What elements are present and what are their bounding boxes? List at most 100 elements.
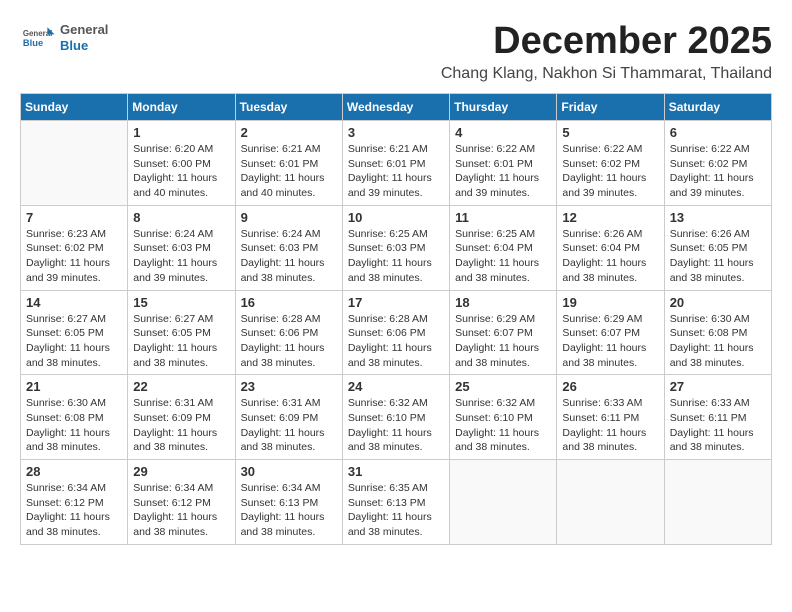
day-number: 4 [455, 125, 551, 140]
day-info: Sunrise: 6:21 AMSunset: 6:01 PMDaylight:… [348, 142, 444, 201]
calendar-cell: 15 Sunrise: 6:27 AMSunset: 6:05 PMDaylig… [128, 290, 235, 375]
calendar-cell: 2 Sunrise: 6:21 AMSunset: 6:01 PMDayligh… [235, 121, 342, 206]
calendar-cell: 6 Sunrise: 6:22 AMSunset: 6:02 PMDayligh… [664, 121, 771, 206]
calendar-cell: 10 Sunrise: 6:25 AMSunset: 6:03 PMDaylig… [342, 205, 449, 290]
day-number: 2 [241, 125, 337, 140]
calendar-cell: 9 Sunrise: 6:24 AMSunset: 6:03 PMDayligh… [235, 205, 342, 290]
day-number: 11 [455, 210, 551, 225]
day-info: Sunrise: 6:33 AMSunset: 6:11 PMDaylight:… [670, 396, 766, 455]
calendar-cell [21, 121, 128, 206]
day-number: 16 [241, 295, 337, 310]
location-subtitle: Chang Klang, Nakhon Si Thammarat, Thaila… [441, 65, 772, 83]
calendar-cell: 4 Sunrise: 6:22 AMSunset: 6:01 PMDayligh… [450, 121, 557, 206]
calendar-cell: 30 Sunrise: 6:34 AMSunset: 6:13 PMDaylig… [235, 460, 342, 545]
calendar-cell: 31 Sunrise: 6:35 AMSunset: 6:13 PMDaylig… [342, 460, 449, 545]
day-number: 25 [455, 379, 551, 394]
calendar-cell: 13 Sunrise: 6:26 AMSunset: 6:05 PMDaylig… [664, 205, 771, 290]
month-title: December 2025 [441, 20, 772, 63]
day-number: 19 [562, 295, 658, 310]
day-number: 7 [26, 210, 122, 225]
day-info: Sunrise: 6:31 AMSunset: 6:09 PMDaylight:… [133, 396, 229, 455]
logo: General Blue General Blue [20, 20, 108, 56]
weekday-header-tuesday: Tuesday [235, 94, 342, 121]
day-number: 30 [241, 464, 337, 479]
day-number: 15 [133, 295, 229, 310]
weekday-header-thursday: Thursday [450, 94, 557, 121]
day-info: Sunrise: 6:26 AMSunset: 6:05 PMDaylight:… [670, 227, 766, 286]
calendar-cell: 29 Sunrise: 6:34 AMSunset: 6:12 PMDaylig… [128, 460, 235, 545]
day-number: 24 [348, 379, 444, 394]
calendar-cell: 23 Sunrise: 6:31 AMSunset: 6:09 PMDaylig… [235, 375, 342, 460]
day-number: 6 [670, 125, 766, 140]
day-info: Sunrise: 6:32 AMSunset: 6:10 PMDaylight:… [348, 396, 444, 455]
day-info: Sunrise: 6:24 AMSunset: 6:03 PMDaylight:… [133, 227, 229, 286]
day-info: Sunrise: 6:33 AMSunset: 6:11 PMDaylight:… [562, 396, 658, 455]
calendar-cell [450, 460, 557, 545]
day-info: Sunrise: 6:32 AMSunset: 6:10 PMDaylight:… [455, 396, 551, 455]
calendar-cell: 19 Sunrise: 6:29 AMSunset: 6:07 PMDaylig… [557, 290, 664, 375]
calendar-cell: 22 Sunrise: 6:31 AMSunset: 6:09 PMDaylig… [128, 375, 235, 460]
weekday-header-friday: Friday [557, 94, 664, 121]
calendar-cell: 11 Sunrise: 6:25 AMSunset: 6:04 PMDaylig… [450, 205, 557, 290]
day-info: Sunrise: 6:35 AMSunset: 6:13 PMDaylight:… [348, 481, 444, 540]
day-number: 27 [670, 379, 766, 394]
day-number: 20 [670, 295, 766, 310]
day-number: 14 [26, 295, 122, 310]
day-info: Sunrise: 6:21 AMSunset: 6:01 PMDaylight:… [241, 142, 337, 201]
day-info: Sunrise: 6:29 AMSunset: 6:07 PMDaylight:… [455, 312, 551, 371]
logo-blue: Blue [60, 38, 108, 54]
day-info: Sunrise: 6:34 AMSunset: 6:13 PMDaylight:… [241, 481, 337, 540]
day-info: Sunrise: 6:27 AMSunset: 6:05 PMDaylight:… [133, 312, 229, 371]
calendar-cell: 17 Sunrise: 6:28 AMSunset: 6:06 PMDaylig… [342, 290, 449, 375]
day-info: Sunrise: 6:30 AMSunset: 6:08 PMDaylight:… [26, 396, 122, 455]
weekday-header-wednesday: Wednesday [342, 94, 449, 121]
day-info: Sunrise: 6:29 AMSunset: 6:07 PMDaylight:… [562, 312, 658, 371]
calendar-cell: 24 Sunrise: 6:32 AMSunset: 6:10 PMDaylig… [342, 375, 449, 460]
day-info: Sunrise: 6:23 AMSunset: 6:02 PMDaylight:… [26, 227, 122, 286]
calendar-cell: 16 Sunrise: 6:28 AMSunset: 6:06 PMDaylig… [235, 290, 342, 375]
day-info: Sunrise: 6:27 AMSunset: 6:05 PMDaylight:… [26, 312, 122, 371]
day-info: Sunrise: 6:24 AMSunset: 6:03 PMDaylight:… [241, 227, 337, 286]
svg-text:Blue: Blue [23, 38, 43, 48]
calendar-cell: 21 Sunrise: 6:30 AMSunset: 6:08 PMDaylig… [21, 375, 128, 460]
calendar-cell: 1 Sunrise: 6:20 AMSunset: 6:00 PMDayligh… [128, 121, 235, 206]
day-info: Sunrise: 6:28 AMSunset: 6:06 PMDaylight:… [241, 312, 337, 371]
day-number: 8 [133, 210, 229, 225]
day-number: 22 [133, 379, 229, 394]
day-info: Sunrise: 6:20 AMSunset: 6:00 PMDaylight:… [133, 142, 229, 201]
weekday-header-saturday: Saturday [664, 94, 771, 121]
calendar-cell: 25 Sunrise: 6:32 AMSunset: 6:10 PMDaylig… [450, 375, 557, 460]
day-number: 12 [562, 210, 658, 225]
day-number: 28 [26, 464, 122, 479]
day-number: 3 [348, 125, 444, 140]
calendar-table: SundayMondayTuesdayWednesdayThursdayFrid… [20, 93, 772, 545]
day-number: 21 [26, 379, 122, 394]
calendar-cell: 27 Sunrise: 6:33 AMSunset: 6:11 PMDaylig… [664, 375, 771, 460]
day-number: 10 [348, 210, 444, 225]
calendar-cell [664, 460, 771, 545]
day-info: Sunrise: 6:26 AMSunset: 6:04 PMDaylight:… [562, 227, 658, 286]
day-info: Sunrise: 6:22 AMSunset: 6:01 PMDaylight:… [455, 142, 551, 201]
calendar-cell: 26 Sunrise: 6:33 AMSunset: 6:11 PMDaylig… [557, 375, 664, 460]
day-info: Sunrise: 6:22 AMSunset: 6:02 PMDaylight:… [670, 142, 766, 201]
weekday-header-sunday: Sunday [21, 94, 128, 121]
day-number: 5 [562, 125, 658, 140]
calendar-cell: 3 Sunrise: 6:21 AMSunset: 6:01 PMDayligh… [342, 121, 449, 206]
day-info: Sunrise: 6:34 AMSunset: 6:12 PMDaylight:… [26, 481, 122, 540]
calendar-cell: 20 Sunrise: 6:30 AMSunset: 6:08 PMDaylig… [664, 290, 771, 375]
day-number: 31 [348, 464, 444, 479]
day-number: 29 [133, 464, 229, 479]
day-number: 23 [241, 379, 337, 394]
day-number: 9 [241, 210, 337, 225]
calendar-cell: 7 Sunrise: 6:23 AMSunset: 6:02 PMDayligh… [21, 205, 128, 290]
day-number: 13 [670, 210, 766, 225]
logo-general: General [60, 22, 108, 38]
day-info: Sunrise: 6:28 AMSunset: 6:06 PMDaylight:… [348, 312, 444, 371]
calendar-cell: 18 Sunrise: 6:29 AMSunset: 6:07 PMDaylig… [450, 290, 557, 375]
day-number: 18 [455, 295, 551, 310]
calendar-cell: 14 Sunrise: 6:27 AMSunset: 6:05 PMDaylig… [21, 290, 128, 375]
day-info: Sunrise: 6:34 AMSunset: 6:12 PMDaylight:… [133, 481, 229, 540]
day-info: Sunrise: 6:25 AMSunset: 6:03 PMDaylight:… [348, 227, 444, 286]
weekday-header-monday: Monday [128, 94, 235, 121]
day-info: Sunrise: 6:22 AMSunset: 6:02 PMDaylight:… [562, 142, 658, 201]
